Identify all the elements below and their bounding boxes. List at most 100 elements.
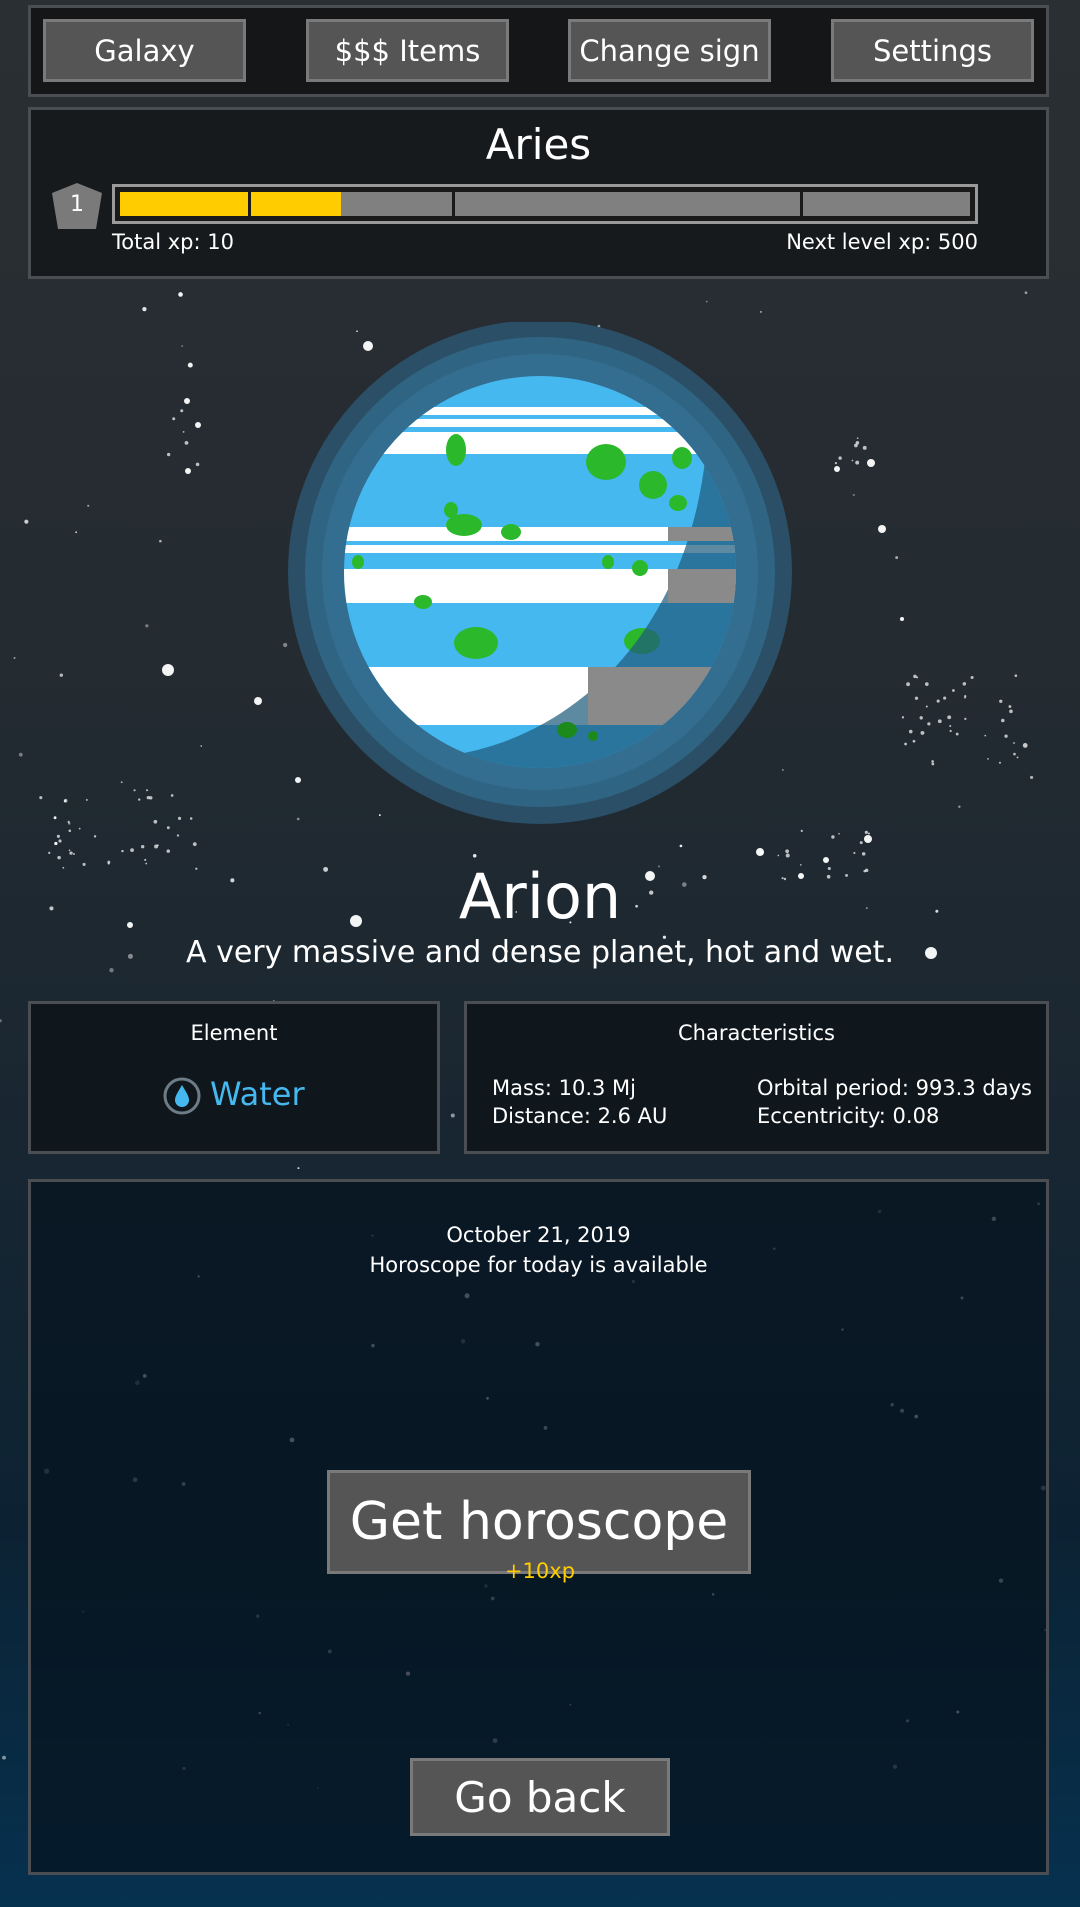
xp-reward-label: +10xp: [504, 1559, 576, 1583]
star-dot: [63, 800, 67, 803]
star-dot: [867, 832, 871, 835]
star-dot: [24, 519, 29, 524]
star-dot: [153, 819, 158, 824]
star-dot: [54, 841, 58, 846]
star-dot: [1013, 742, 1015, 744]
star-dot: [1009, 709, 1013, 714]
star-dot: [1004, 734, 1008, 738]
star-dot: [900, 617, 904, 621]
planet-graphic: [288, 320, 792, 826]
star-dot: [856, 437, 859, 439]
star-dot: [78, 827, 81, 830]
star-dot: [283, 642, 288, 648]
star-dot: [53, 816, 57, 820]
star-dot: [58, 839, 62, 843]
level-badge: 1: [52, 183, 102, 229]
xp-segment-divider: [451, 192, 455, 216]
star-dot: [184, 441, 189, 445]
star-dot: [1014, 674, 1018, 677]
star-dot: [913, 674, 917, 679]
star-dot: [472, 854, 477, 858]
sign-title: Aries: [485, 120, 592, 169]
star-dot: [838, 456, 842, 460]
star-dot: [931, 762, 935, 766]
star-dot: [924, 682, 929, 686]
mass-value: Mass: 10.3 Mj: [492, 1076, 637, 1100]
star-dot: [931, 760, 934, 763]
change-sign-button[interactable]: Change sign: [568, 19, 771, 82]
star-dot: [855, 460, 860, 465]
distance-value: Distance: 2.6 AU: [492, 1104, 668, 1128]
galaxy-button[interactable]: Galaxy: [43, 19, 246, 82]
star-dot: [916, 676, 919, 679]
star-dot: [68, 822, 71, 825]
star-dot: [925, 705, 928, 708]
star-dot: [785, 849, 789, 854]
settings-button[interactable]: Settings: [831, 19, 1034, 82]
star-dot: [854, 443, 858, 448]
total-xp-label: Total xp: 10: [112, 230, 234, 254]
star-dot: [936, 699, 940, 703]
star-dot: [999, 699, 1003, 703]
element-heading: Element: [190, 1021, 278, 1045]
star-dot: [159, 539, 162, 543]
star-dot: [800, 829, 803, 833]
next-level-xp-label: Next level xp: 500: [786, 230, 978, 254]
star-dot: [943, 696, 947, 700]
settings-button-label: Settings: [873, 33, 992, 68]
star-dot: [864, 830, 868, 834]
star-dot: [181, 345, 184, 348]
star-dot: [1024, 291, 1028, 295]
star-dot: [13, 656, 16, 660]
star-dot: [178, 292, 183, 297]
star-dot: [1022, 742, 1028, 748]
star-dot: [919, 716, 923, 720]
star-dot: [56, 834, 60, 838]
planet-name: Arion: [458, 860, 622, 933]
star-dot: [859, 841, 863, 845]
xp-progress-track: [120, 192, 970, 216]
star-dot: [1001, 718, 1005, 723]
items-button[interactable]: $$$ Items: [306, 19, 509, 82]
star-dot: [914, 696, 919, 700]
go-back-button-label: Go back: [454, 1772, 626, 1822]
star-dot: [864, 835, 872, 843]
star-dot: [85, 798, 88, 801]
star-dot: [964, 717, 967, 721]
star-dot: [67, 820, 70, 823]
element-value: Water: [210, 1075, 305, 1113]
star-dot: [146, 795, 150, 800]
star-dot: [57, 855, 61, 860]
xp-segment-divider: [800, 192, 803, 216]
star-dot: [861, 852, 866, 856]
star-dot: [195, 462, 200, 467]
star-dot: [831, 835, 835, 839]
star-dot: [297, 1167, 300, 1170]
items-button-label: $$$ Items: [334, 33, 481, 68]
water-drop-icon: [162, 1076, 202, 1116]
star-dot: [192, 842, 197, 847]
star-dot: [904, 742, 907, 746]
star-dot: [834, 466, 840, 472]
star-dot: [185, 468, 191, 474]
star-dot: [908, 729, 913, 734]
star-dot: [855, 441, 860, 445]
star-dot: [63, 798, 68, 803]
star-dot: [87, 504, 90, 507]
star-dot: [1016, 756, 1019, 759]
star-dot: [93, 835, 97, 838]
go-back-button[interactable]: Go back: [410, 1758, 670, 1836]
star-dot: [1030, 775, 1034, 779]
get-horoscope-button-label: Get horoscope: [349, 1492, 729, 1552]
star-dot: [133, 789, 136, 792]
star-dot: [759, 851, 764, 855]
star-dot: [68, 849, 71, 852]
star-dot: [852, 493, 855, 497]
star-dot: [912, 739, 916, 743]
star-dot: [138, 798, 141, 801]
star-dot: [998, 761, 1001, 764]
star-dot: [145, 624, 149, 628]
star-dot: [987, 758, 989, 760]
horoscope-date: October 21, 2019: [446, 1223, 631, 1247]
star-dot: [906, 682, 910, 687]
